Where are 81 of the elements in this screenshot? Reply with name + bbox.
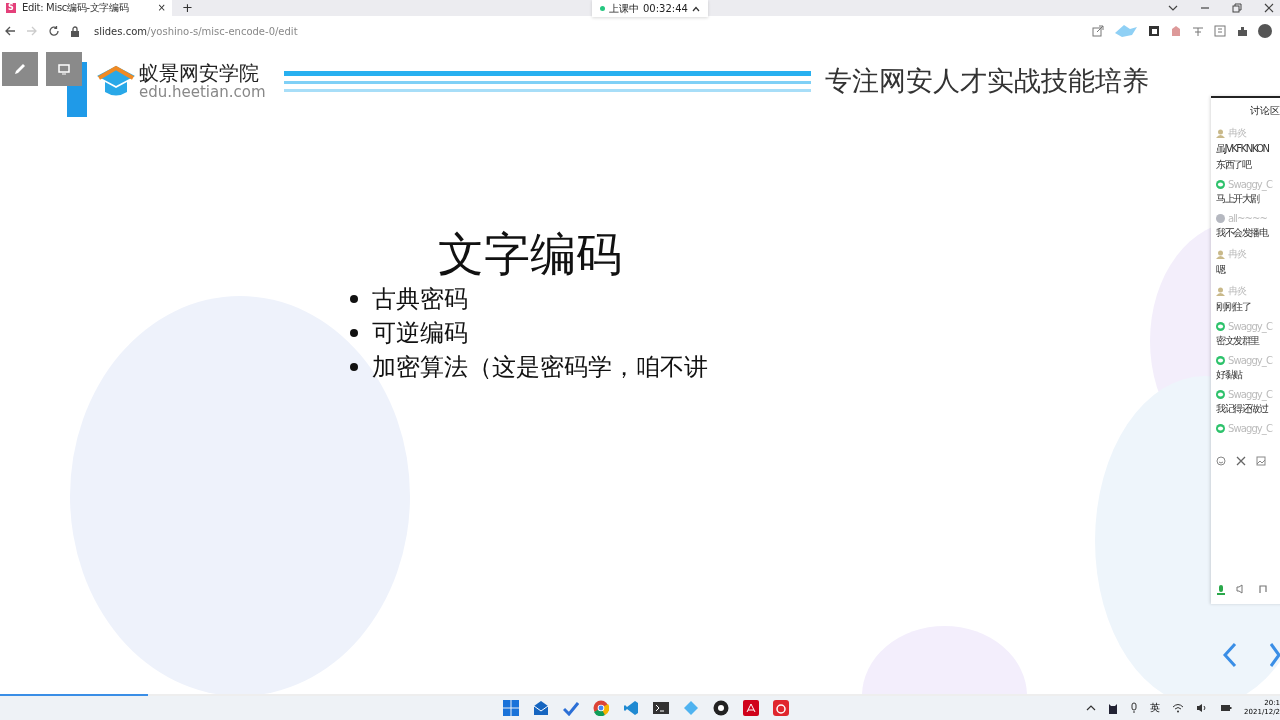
back-arrow-icon[interactable] [4, 25, 16, 37]
emoji-icon[interactable] [1216, 456, 1226, 466]
bullet-text: 加密算法（这是密码学，咱不讲 [372, 352, 708, 383]
chat-message: 嗯 [1216, 263, 1226, 277]
chat-message: 虽JVKFKNKON [1216, 142, 1270, 156]
close-icon[interactable] [1264, 3, 1274, 13]
brand-name: 蚁景网安学院 [139, 61, 260, 84]
profile-avatar[interactable] [1258, 24, 1272, 38]
class-status-pill[interactable]: 上课中 00:32:44 [592, 0, 708, 17]
user-avatar-icon [1216, 214, 1225, 223]
pdf-icon[interactable] [743, 700, 759, 716]
tab-close-button[interactable]: × [157, 3, 166, 13]
chat-title: 讨论区 [1250, 104, 1280, 118]
bullet-icon [350, 363, 358, 371]
wifi-icon[interactable] [1172, 703, 1184, 713]
chat-bubble-avatar-icon [1216, 390, 1225, 399]
slide-title: 文字编码 [438, 226, 623, 282]
chat-message: 我不会发播电 [1216, 226, 1269, 240]
slogan-text: 专注网安人才实战技能培养 [824, 64, 1149, 98]
chevron-up-icon[interactable] [1086, 705, 1096, 711]
tab-title: Edit: Misc编码-文字编码 [22, 1, 130, 15]
chat-message: 好黏贴 [1216, 368, 1243, 382]
microphone-icon[interactable] [1216, 584, 1226, 596]
chat-username: Swaggy_C [1228, 179, 1273, 190]
chat-message: 东西了吧 [1216, 158, 1252, 172]
monitor-icon [57, 62, 71, 76]
image-icon[interactable] [1256, 456, 1266, 466]
previous-slide-icon[interactable] [1222, 642, 1238, 668]
chat-message: 我记得还做过 [1216, 402, 1269, 416]
chat-username: Swaggy_C [1228, 355, 1273, 366]
class-status-label: 上课中 [609, 1, 639, 16]
person-avatar-icon [1216, 286, 1225, 296]
terminal-icon[interactable] [653, 700, 669, 716]
scissors-icon[interactable] [1236, 456, 1246, 466]
lock-icon[interactable] [70, 25, 80, 37]
extension-icon[interactable] [1148, 25, 1160, 37]
reload-icon[interactable] [48, 25, 60, 37]
site-favicon: S [6, 3, 16, 13]
chevron-up-icon[interactable] [691, 5, 700, 12]
brand-domain: edu.heetian.com [139, 83, 266, 101]
person-avatar-icon [1216, 249, 1225, 259]
chat-message: 马上开大剧 [1216, 192, 1260, 206]
screen-tool-button[interactable] [46, 52, 82, 86]
chat-bubble-avatar-icon [1216, 356, 1225, 365]
chat-bubble-avatar-icon [1216, 322, 1225, 331]
checkmark-icon[interactable] [563, 700, 579, 716]
new-tab-button[interactable]: + [182, 1, 193, 15]
next-slide-icon[interactable] [1270, 642, 1280, 668]
puzzle-icon[interactable] [1236, 25, 1248, 37]
bullet-text: 可逆编码 [372, 318, 468, 349]
chat-message: 密文发群里 [1216, 334, 1260, 348]
person-avatar-icon [1216, 128, 1225, 138]
mail-icon[interactable] [533, 700, 549, 716]
bullet-icon [350, 295, 358, 303]
share-icon[interactable] [1092, 25, 1104, 37]
restore-icon[interactable] [1232, 3, 1242, 13]
chat-message: 刚刚住了 [1216, 300, 1252, 314]
battery-icon[interactable] [1220, 703, 1232, 713]
bullet-icon [350, 329, 358, 337]
chat-bubble-avatar-icon [1216, 424, 1225, 433]
address-bar-url[interactable]: slides.com/yoshino-s/misc-encode-0/edit [94, 25, 298, 37]
browser-icon[interactable] [593, 700, 609, 716]
chat-username: Swaggy_C [1228, 321, 1273, 332]
class-timer: 00:32:44 [643, 3, 688, 14]
speaker-icon[interactable] [1196, 703, 1208, 713]
music-app-icon[interactable] [773, 700, 789, 716]
input-method-indicator[interactable]: 英 [1150, 701, 1160, 715]
chat-username: Swaggy_C [1228, 389, 1273, 400]
pencil-icon [13, 62, 27, 76]
browser-tab[interactable]: S Edit: Misc编码-文字编码 × [0, 0, 172, 16]
bullet-text: 古典密码 [372, 284, 468, 315]
microphone-icon[interactable] [1130, 702, 1138, 714]
cat-icon[interactable] [1108, 702, 1118, 714]
live-dot-icon [600, 6, 605, 11]
chevron-down-icon[interactable] [1168, 4, 1178, 12]
code-editor-icon[interactable] [623, 700, 639, 716]
windows-start-icon[interactable] [503, 700, 519, 716]
aperture-icon[interactable] [713, 700, 729, 716]
chat-bubble-avatar-icon [1216, 180, 1225, 189]
chat-username: all~~~~ [1228, 213, 1267, 224]
chat-username: Swaggy_C [1228, 423, 1273, 434]
